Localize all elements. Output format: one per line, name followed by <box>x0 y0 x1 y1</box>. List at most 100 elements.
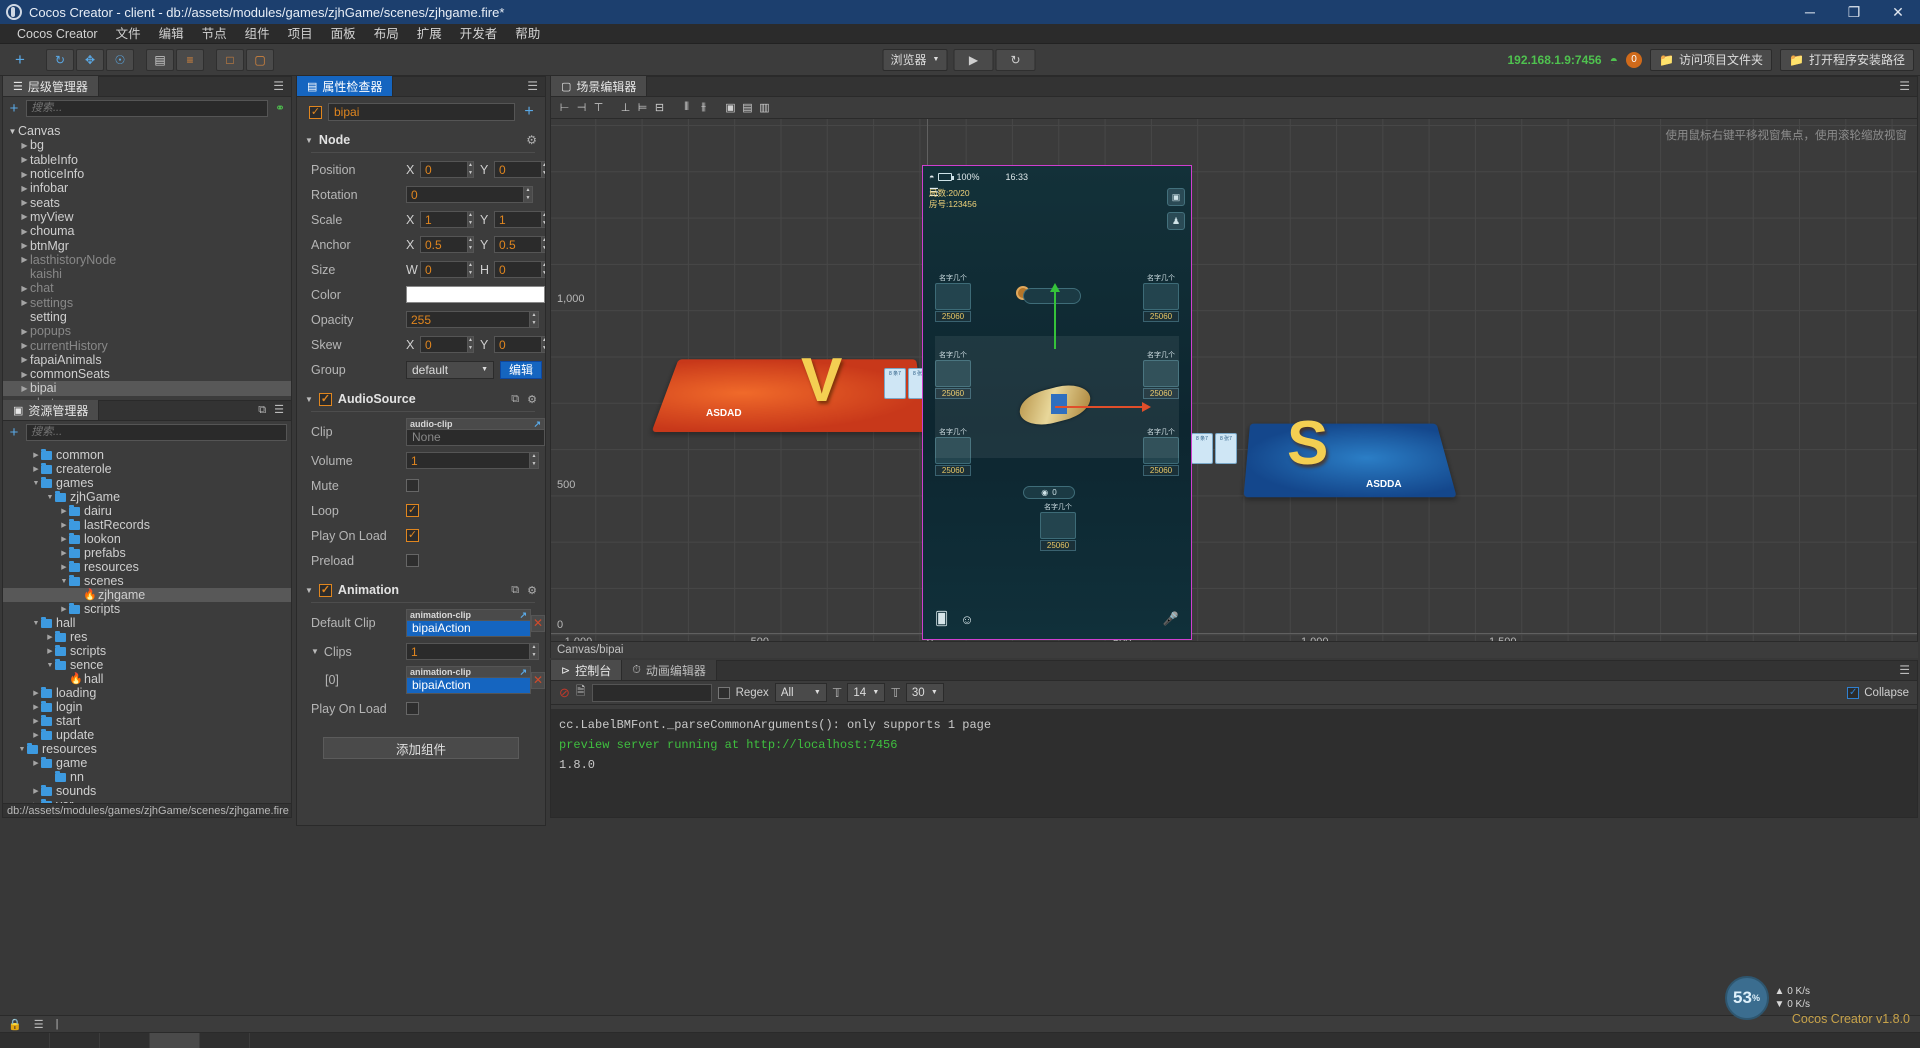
menu-item-9[interactable]: 开发者 <box>451 24 507 44</box>
color-swatch[interactable] <box>406 286 545 303</box>
collapse-checkbox[interactable]: ✓ <box>1847 687 1859 699</box>
copy-icon[interactable]: ⧉ <box>258 400 266 420</box>
grid-icon[interactable]: ▤ <box>146 49 174 71</box>
chevron-right-icon[interactable]: ▶ <box>19 241 30 250</box>
node-name-input[interactable] <box>328 103 515 121</box>
reload-button[interactable]: ↻ <box>995 49 1035 71</box>
emoji-icon[interactable]: ☺ <box>960 612 973 627</box>
open-project-folder-button[interactable]: 📁 访问项目文件夹 <box>1650 49 1772 71</box>
link-icon[interactable]: ⚭ <box>273 101 287 115</box>
chevron-right-icon[interactable]: ▶ <box>31 451 41 459</box>
hierarchy-node-commonSeats[interactable]: ▶ commonSeats <box>3 367 291 381</box>
rotate-icon[interactable]: ☉ <box>106 49 134 71</box>
volume-stepper[interactable]: ▲ ▼ <box>530 452 539 469</box>
asset-node-scenes[interactable]: ▼ scenes <box>3 574 291 588</box>
mute-checkbox[interactable]: ✓ <box>406 479 419 492</box>
animation-section-header[interactable]: ▼ ✓ Animation ⧉ ⚙ <box>297 579 545 601</box>
chevron-right-icon[interactable]: ▶ <box>19 155 30 164</box>
play-button[interactable]: ▶ <box>953 49 993 71</box>
align-icon[interactable]: ≡ <box>176 49 204 71</box>
skew-x-stepper[interactable]: ▲ ▼ <box>468 336 474 353</box>
asset-node-lastRecords[interactable]: ▶ lastRecords <box>3 518 291 532</box>
asset-node-login[interactable]: ▶ login <box>3 700 291 714</box>
asset-node-resources[interactable]: ▶ resources <box>3 560 291 574</box>
hierarchy-node-bipai[interactable]: ▶ bipai <box>3 381 291 395</box>
tab-hierarchy[interactable]: ☰ 层级管理器 <box>3 76 99 96</box>
opacity-stepper[interactable]: ▲ ▼ <box>530 311 539 328</box>
chevron-right-icon[interactable]: ▶ <box>59 563 69 571</box>
chevron-down-icon[interactable]: ▼ <box>45 662 55 669</box>
align-right-icon[interactable]: ⊤ <box>591 100 606 115</box>
seat[interactable]: 名字几个 25060 <box>935 274 971 322</box>
chevron-right-icon[interactable]: ▶ <box>19 170 30 179</box>
chevron-down-icon[interactable]: ▼ <box>45 494 55 501</box>
hierarchy-node-setting[interactable]: setting <box>3 310 291 324</box>
clips-count-input[interactable] <box>406 643 530 660</box>
hierarchy-node-currentHistory[interactable]: ▶ currentHistory <box>3 338 291 352</box>
clear-default-clip-button[interactable]: ✕ <box>531 615 545 632</box>
chevron-right-icon[interactable]: ▶ <box>59 521 69 529</box>
rotation-input[interactable] <box>406 186 524 203</box>
hierarchy-node-seats[interactable]: ▶ seats <box>3 195 291 209</box>
scale-x-stepper[interactable]: ▲ ▼ <box>468 211 474 228</box>
menu-item-4[interactable]: 组件 <box>236 24 279 44</box>
asset-node-update[interactable]: ▶ update <box>3 728 291 742</box>
menu-item-0[interactable]: Cocos Creator <box>8 24 107 44</box>
chevron-right-icon[interactable]: ▶ <box>59 549 69 557</box>
file-icon[interactable]: 🗎 <box>576 682 586 703</box>
refresh-icon[interactable]: ↻ <box>46 49 74 71</box>
chevron-right-icon[interactable]: ▶ <box>31 689 41 697</box>
chevron-right-icon[interactable]: ▶ <box>19 384 30 393</box>
gizmo-x-axis[interactable] <box>1055 406 1143 408</box>
chevron-right-icon[interactable]: ▶ <box>19 227 30 236</box>
chevron-right-icon[interactable]: ▶ <box>59 535 69 543</box>
hierarchy-node-kaishi[interactable]: kaishi <box>3 267 291 281</box>
close-button[interactable]: ✕ <box>1876 0 1920 24</box>
asset-node-nn[interactable]: nn <box>3 770 291 784</box>
list-icon[interactable]: ☰ <box>34 1018 44 1031</box>
gear-icon[interactable]: ⚙ <box>527 393 537 406</box>
rect-icon[interactable]: □ <box>216 49 244 71</box>
chevron-down-icon[interactable]: ▼ <box>17 746 27 753</box>
gear-icon[interactable]: ⚙ <box>526 133 537 147</box>
preview-target-select[interactable]: 浏览器 ▼ <box>883 49 948 71</box>
chevron-right-icon[interactable]: ▶ <box>19 370 30 379</box>
add-component-button[interactable]: 添加组件 <box>323 737 519 759</box>
default-clip-value[interactable]: bipaiAction <box>406 620 531 637</box>
hamburger-icon[interactable]: ☰ <box>274 400 284 420</box>
person-icon[interactable]: ♟ <box>1167 212 1185 230</box>
tab-scene-editor[interactable]: ▢ 场景编辑器 <box>551 76 647 96</box>
asset-node-dairu[interactable]: ▶ dairu <box>3 504 291 518</box>
asset-node-start[interactable]: ▶ start <box>3 714 291 728</box>
group-select[interactable]: default ▼ <box>406 361 494 379</box>
help-icon[interactable]: ⧉ <box>511 393 519 406</box>
chevron-right-icon[interactable]: ▶ <box>19 198 30 207</box>
assets-tree[interactable]: ▶ common ▶ createrole ▼ games ▼ zjhGame ▶ dairu ▶ l… <box>3 448 291 803</box>
animation-enabled-checkbox[interactable]: ✓ <box>319 584 332 597</box>
scale-x-input[interactable] <box>420 211 468 228</box>
align-center-h-icon[interactable]: ⊣ <box>574 100 589 115</box>
chevron-right-icon[interactable]: ▶ <box>31 759 41 767</box>
asset-node-sence[interactable]: ▼ sence <box>3 658 291 672</box>
external-link-icon[interactable]: ↗ <box>519 610 527 621</box>
hierarchy-node-infobar[interactable]: ▶ infobar <box>3 181 291 195</box>
search-input[interactable] <box>26 424 287 441</box>
chevron-right-icon[interactable]: ▶ <box>59 507 69 515</box>
align-top-icon[interactable]: ⊥ <box>618 100 633 115</box>
asset-node-game[interactable]: ▶ game <box>3 756 291 770</box>
asset-node-lookon[interactable]: ▶ lookon <box>3 532 291 546</box>
chevron-right-icon[interactable]: ▶ <box>19 327 30 336</box>
chevron-right-icon[interactable]: ▶ <box>19 298 30 307</box>
asset-node-res[interactable]: ▶ res <box>3 630 291 644</box>
menu-item-10[interactable]: 帮助 <box>506 24 549 44</box>
maximize-button[interactable]: ❐ <box>1832 0 1876 24</box>
chevron-down-icon[interactable]: ▼ <box>31 620 41 627</box>
scene-canvas[interactable]: 使用鼠标右键平移视窗焦点，使用滚轮缩放视窗 1,000 500 0 -1,000… <box>551 119 1917 641</box>
asset-node-common[interactable]: ▶ common <box>3 448 291 462</box>
tab-animation-editor[interactable]: ⏱ 动画编辑器 <box>622 660 717 680</box>
asset-node-hall[interactable]: ▼ hall <box>3 616 291 630</box>
chevron-down-icon[interactable]: ▼ <box>7 127 18 136</box>
notification-badge[interactable]: 0 <box>1626 52 1642 68</box>
anchor-x-input[interactable] <box>420 236 468 253</box>
lock-icon[interactable]: 🔒 <box>8 1018 22 1031</box>
